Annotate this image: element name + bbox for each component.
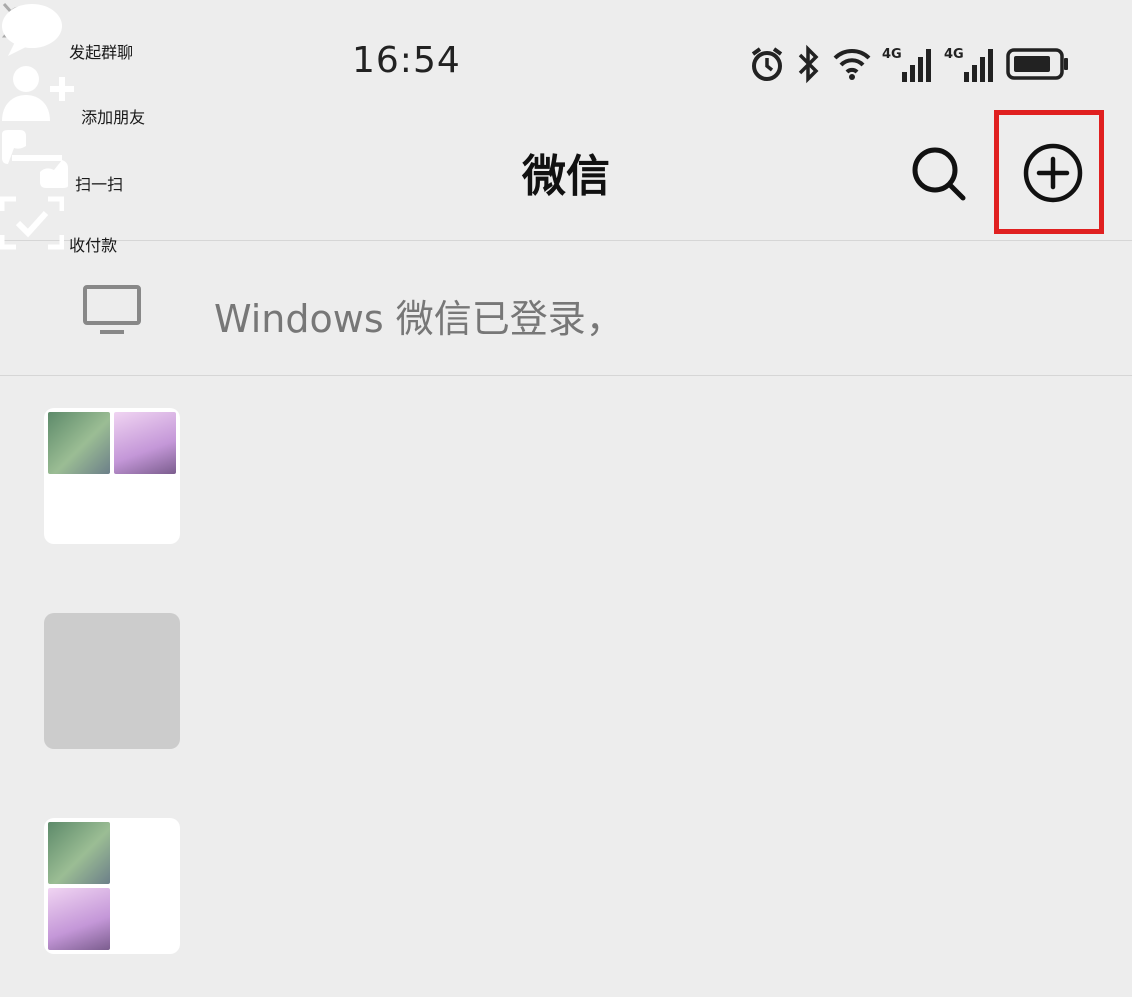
avatar[interactable] (44, 408, 180, 544)
wifi-icon (832, 46, 872, 82)
search-icon (912, 147, 966, 201)
menu-item-label: 发起群聊 (69, 43, 134, 62)
chat-name-redacted (218, 838, 370, 882)
bluetooth-icon (796, 44, 822, 84)
menu-item-add-friend[interactable]: 添加朋友 (0, 63, 145, 128)
menu-item-label: 添加朋友 (81, 108, 146, 127)
payment-scan-icon (0, 196, 69, 255)
menu-item-group-chat[interactable]: 发起群聊 (0, 0, 145, 63)
chat-preview-redacted (218, 910, 370, 940)
menu-item-label: 扫一扫 (75, 175, 124, 194)
menu-item-label: 收付款 (69, 236, 118, 255)
4g-signal-icon: 4G (944, 44, 996, 84)
scan-icon (0, 130, 75, 194)
chat-preview-redacted (218, 502, 618, 526)
menu-item-scan[interactable]: 扫一扫 (0, 128, 145, 195)
alarm-icon (748, 45, 786, 83)
svg-text:4G: 4G (882, 47, 902, 62)
header-divider (0, 240, 1132, 241)
banner-divider (0, 375, 1132, 376)
login-banner-text[interactable]: Windows 微信已登录， (214, 288, 624, 343)
highlight-box (994, 110, 1104, 234)
svg-text:4G: 4G (944, 47, 964, 62)
4g-signal-icon: 4G (882, 44, 934, 84)
avatar[interactable] (44, 818, 180, 954)
battery-icon (1006, 46, 1070, 82)
add-friend-icon (0, 66, 81, 127)
status-icons: 4G 4G (748, 40, 1070, 88)
chat-bubble-icon (0, 4, 69, 62)
monitor-icon (82, 284, 142, 340)
chat-preview-redacted (218, 702, 308, 734)
chat-name-redacted (218, 638, 310, 674)
avatar[interactable] (44, 613, 180, 749)
chat-name-redacted (218, 432, 622, 466)
menu-item-payment[interactable]: 收付款 (0, 195, 145, 256)
add-popup-menu: 发起群聊 添加朋友 扫一扫 收付款 (0, 0, 145, 256)
status-time: 16:54 (352, 40, 461, 81)
search-button[interactable] (905, 140, 971, 206)
